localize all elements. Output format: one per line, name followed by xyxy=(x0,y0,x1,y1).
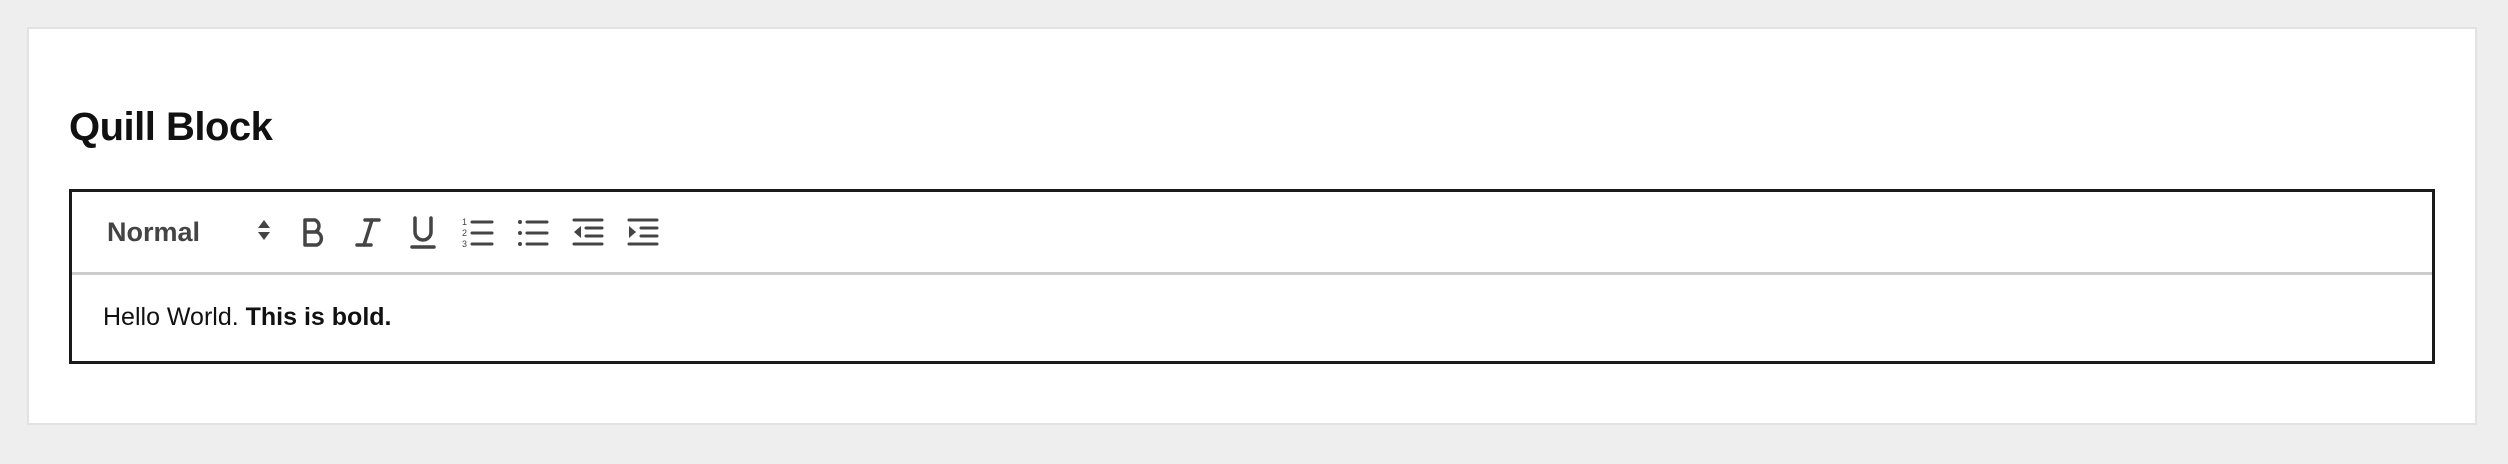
indent-icon xyxy=(627,218,659,246)
svg-text:1: 1 xyxy=(462,217,467,227)
bullet-list-button[interactable] xyxy=(515,210,551,254)
outdent-button[interactable] xyxy=(570,210,606,254)
outdent-icon xyxy=(572,218,604,246)
page-title: Quill Block xyxy=(69,105,273,149)
underline-icon xyxy=(410,216,436,249)
quill-editor: Normal 1 2 3 Hello World. This is bold. xyxy=(69,189,2435,364)
svg-text:2: 2 xyxy=(462,228,467,238)
header-format-value: Normal xyxy=(107,216,201,247)
ordered-list-icon: 1 2 3 xyxy=(462,217,494,249)
select-arrows-icon xyxy=(257,219,271,246)
content-text: Hello World. xyxy=(103,303,246,331)
quill-card: Quill Block Normal 1 2 3 Hello World. Th… xyxy=(27,27,2477,425)
content-bold-text: This is bold. xyxy=(245,303,392,331)
italic-button[interactable] xyxy=(350,210,386,254)
italic-icon xyxy=(355,218,381,247)
editor-content[interactable]: Hello World. This is bold. xyxy=(72,275,2432,332)
bold-icon xyxy=(303,218,324,247)
svg-text:3: 3 xyxy=(462,239,467,249)
bullet-list-icon xyxy=(518,220,549,246)
underline-button[interactable] xyxy=(405,210,441,254)
bold-button[interactable] xyxy=(295,210,331,254)
header-format-select[interactable]: Normal xyxy=(107,210,295,254)
indent-button[interactable] xyxy=(625,210,661,254)
editor-toolbar: Normal 1 2 3 xyxy=(72,192,2432,275)
ordered-list-button[interactable]: 1 2 3 xyxy=(460,210,496,254)
